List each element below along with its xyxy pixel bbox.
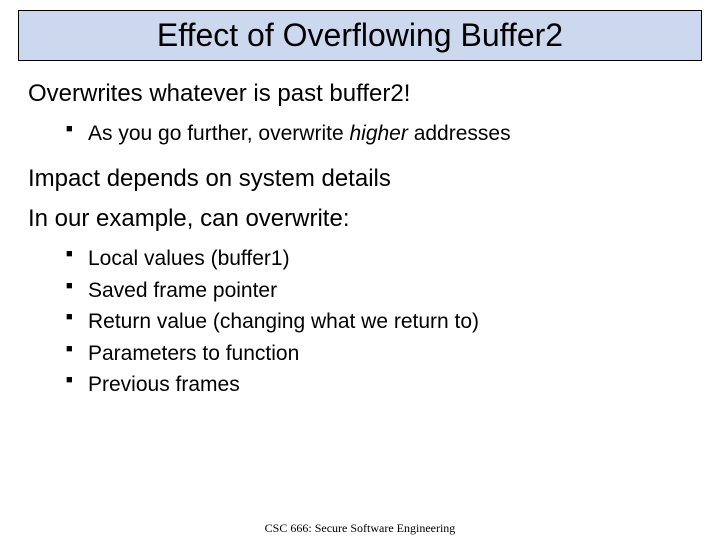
list-item: Parameters to function xyxy=(66,339,692,368)
list-item: Saved frame pointer xyxy=(66,276,692,305)
sublist-1: As you go further, overwrite higher addr… xyxy=(28,119,692,148)
slide-content: Overwrites whatever is past buffer2! As … xyxy=(0,61,720,399)
sub1-suffix: addresses xyxy=(408,122,511,145)
sub1-prefix: As you go further, overwrite xyxy=(88,122,349,145)
list-item: Previous frames xyxy=(66,370,692,399)
sub1-italic: higher xyxy=(349,122,407,145)
list-item: Local values (buffer1) xyxy=(66,244,692,273)
bullet-overwrite-list: In our example, can overwrite: xyxy=(28,204,692,234)
list-item: Return value (changing what we return to… xyxy=(66,307,692,336)
bullet-overwrites: Overwrites whatever is past buffer2! xyxy=(28,79,692,109)
footer-text: CSC 666: Secure Software Engineering xyxy=(0,521,720,536)
bullet-impact: Impact depends on system details xyxy=(28,164,692,194)
slide-title: Effect of Overflowing Buffer2 xyxy=(29,17,691,54)
sublist-2: Local values (buffer1) Saved frame point… xyxy=(28,244,692,399)
title-bar: Effect of Overflowing Buffer2 xyxy=(18,10,702,61)
sub-bullet-higher: As you go further, overwrite higher addr… xyxy=(66,119,692,148)
